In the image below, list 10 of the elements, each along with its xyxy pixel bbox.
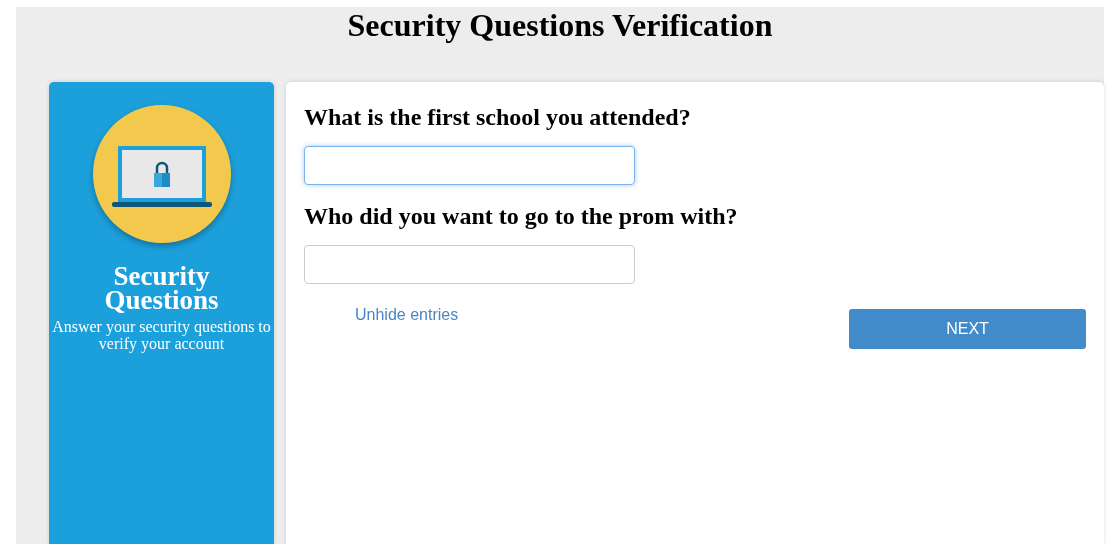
page-title: Security Questions Verification: [346, 7, 774, 45]
answer-field[interactable]: [304, 245, 635, 284]
laptop-lock-icon: [91, 104, 232, 244]
sidebar-heading: Security Questions: [103, 264, 220, 312]
sidebar-description: Answer your security questions to verify your account: [51, 318, 272, 352]
question-label: What is the first school you attended?: [304, 103, 692, 132]
answer-field[interactable]: [304, 146, 635, 185]
question-label: Who did you want to go to the prom with?: [304, 202, 739, 231]
unhide-entries-link[interactable]: Unhide entries: [355, 306, 459, 324]
next-button[interactable]: NEXT: [849, 309, 1086, 349]
